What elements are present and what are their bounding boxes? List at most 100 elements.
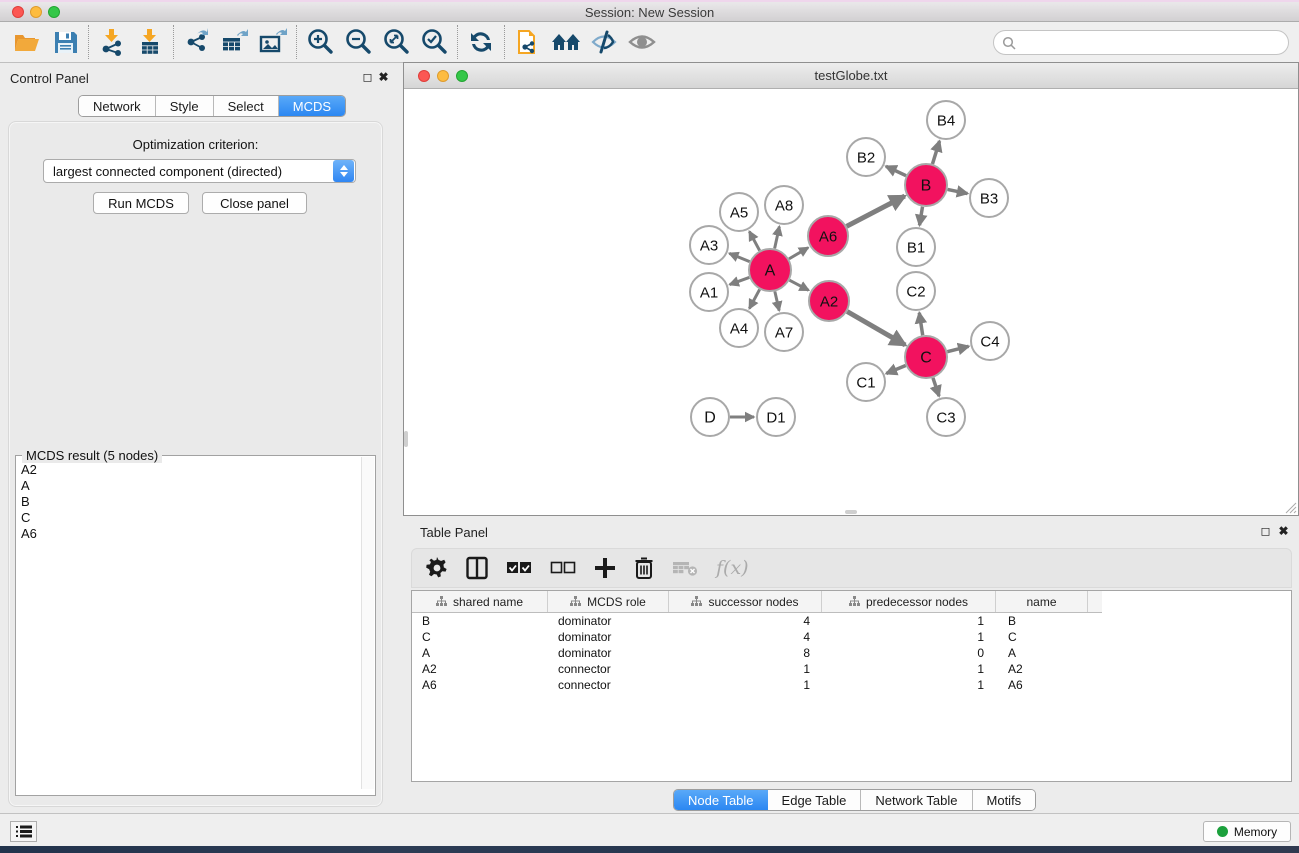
graph-edge-A2-C[interactable]	[847, 311, 905, 345]
result-list-item[interactable]: A2	[17, 462, 362, 478]
graph-edge-C-C3[interactable]	[933, 378, 939, 396]
graph-edge-B-B1[interactable]	[920, 207, 923, 226]
result-list-item[interactable]: A	[17, 478, 362, 494]
node-table[interactable]: shared name MCDS role successor nodes pr…	[411, 590, 1292, 782]
table-cell[interactable]: dominator	[548, 646, 669, 660]
network-from-file-button[interactable]	[509, 25, 547, 59]
table-cell[interactable]: 1	[822, 614, 996, 628]
table-row[interactable]: Bdominator41B	[412, 613, 1102, 629]
column-view-icon[interactable]	[466, 555, 488, 581]
refresh-button[interactable]	[462, 25, 500, 59]
zoom-out-button[interactable]	[339, 25, 377, 59]
checked-columns-icon[interactable]	[506, 555, 532, 581]
table-cell[interactable]: B	[412, 614, 548, 628]
float-panel-icon[interactable]: ◻	[361, 71, 374, 84]
network-horizontal-scrollbar[interactable]	[845, 510, 857, 514]
export-image-button[interactable]	[254, 25, 292, 59]
graph-edge-A-A8[interactable]	[775, 227, 780, 249]
graph-edge-A-A2[interactable]	[789, 280, 808, 290]
col-header-shared-name[interactable]: shared name	[412, 591, 548, 612]
delete-column-trash-icon[interactable]	[634, 555, 654, 581]
resize-grip-icon[interactable]	[1284, 501, 1297, 514]
graph-edge-A-A7[interactable]	[775, 291, 779, 310]
tab-style[interactable]: Style	[156, 96, 214, 116]
table-cell[interactable]: connector	[548, 678, 669, 692]
table-cell[interactable]: B	[996, 614, 1088, 628]
table-cell[interactable]: 8	[669, 646, 822, 660]
mcds-result-list[interactable]: A2ABCA6	[17, 462, 362, 542]
show-eye-button[interactable]	[623, 25, 661, 59]
zoom-fit-button[interactable]	[377, 25, 415, 59]
zoom-in-button[interactable]	[301, 25, 339, 59]
import-table-button[interactable]	[131, 25, 169, 59]
table-row[interactable]: Adominator80A	[412, 645, 1102, 661]
close-panel-button[interactable]: Close panel	[202, 192, 307, 214]
result-list-item[interactable]: A6	[17, 526, 362, 542]
tab-network-table[interactable]: Network Table	[861, 790, 972, 810]
save-session-button[interactable]	[46, 25, 84, 59]
table-row[interactable]: A2connector11A2	[412, 661, 1102, 677]
graph-edge-A6-B[interactable]	[847, 196, 905, 226]
network-window-titlebar[interactable]: testGlobe.txt	[404, 63, 1298, 89]
table-cell[interactable]: 1	[669, 678, 822, 692]
table-cell[interactable]: A6	[996, 678, 1088, 692]
table-cell[interactable]: 4	[669, 614, 822, 628]
table-cell[interactable]: dominator	[548, 630, 669, 644]
add-column-icon[interactable]	[594, 555, 616, 581]
graph-edge-B-B2[interactable]	[886, 166, 906, 175]
tab-network[interactable]: Network	[79, 96, 156, 116]
table-cell[interactable]: 4	[669, 630, 822, 644]
table-cell[interactable]: A2	[412, 662, 548, 676]
tab-motifs[interactable]: Motifs	[973, 790, 1036, 810]
table-cell[interactable]: 1	[822, 630, 996, 644]
graph-edge-A-A5[interactable]	[749, 231, 759, 250]
table-row[interactable]: A6connector11A6	[412, 677, 1102, 693]
task-history-button[interactable]	[10, 821, 37, 842]
memory-button[interactable]: Memory	[1203, 821, 1291, 842]
col-header-name[interactable]: name	[996, 591, 1088, 612]
graph-edge-A-A1[interactable]	[730, 277, 750, 284]
table-cell[interactable]: A	[996, 646, 1088, 660]
zoom-selected-button[interactable]	[415, 25, 453, 59]
network-canvas[interactable]: AA6A2BCA1A3A5A8A4A7B1B2B3B4C1C2C3C4DD1	[404, 89, 1298, 515]
col-header-predecessor-nodes[interactable]: predecessor nodes	[822, 591, 996, 612]
graph-edge-A-A4[interactable]	[749, 289, 759, 308]
tab-select[interactable]: Select	[214, 96, 279, 116]
tab-mcds[interactable]: MCDS	[279, 96, 345, 116]
export-table-button[interactable]	[216, 25, 254, 59]
search-input[interactable]	[1016, 33, 1288, 53]
graph-edge-A-A3[interactable]	[729, 253, 749, 261]
graph-edge-B-B3[interactable]	[948, 189, 968, 193]
table-cell[interactable]: 1	[822, 678, 996, 692]
double-house-button[interactable]	[547, 25, 585, 59]
col-header-successor-nodes[interactable]: successor nodes	[669, 591, 822, 612]
table-cell[interactable]: A2	[996, 662, 1088, 676]
close-table-panel-icon[interactable]: ✖	[1277, 525, 1290, 538]
run-mcds-button[interactable]: Run MCDS	[93, 192, 189, 214]
hide-eye-button[interactable]	[585, 25, 623, 59]
tab-edge-table[interactable]: Edge Table	[768, 790, 862, 810]
table-cell[interactable]: C	[996, 630, 1088, 644]
result-list-item[interactable]: B	[17, 494, 362, 510]
tab-node-table[interactable]: Node Table	[674, 790, 768, 810]
network-vertical-scrollbar[interactable]	[404, 431, 408, 447]
graph-edge-A-A6[interactable]	[789, 248, 808, 259]
graph-edge-C-C1[interactable]	[886, 365, 905, 373]
open-file-button[interactable]	[8, 25, 46, 59]
table-cell[interactable]: A	[412, 646, 548, 660]
gear-icon[interactable]	[426, 555, 448, 581]
delete-table-icon[interactable]	[672, 555, 698, 581]
col-header-mcds-role[interactable]: MCDS role	[548, 591, 669, 612]
result-list-item[interactable]: C	[17, 510, 362, 526]
table-row[interactable]: Cdominator41C	[412, 629, 1102, 645]
float-table-panel-icon[interactable]: ◻	[1259, 525, 1272, 538]
unchecked-columns-icon[interactable]	[550, 555, 576, 581]
criterion-dropdown[interactable]: largest connected component (directed)	[43, 159, 356, 183]
table-cell[interactable]: connector	[548, 662, 669, 676]
table-cell[interactable]: 1	[669, 662, 822, 676]
table-cell[interactable]: C	[412, 630, 548, 644]
search-box[interactable]	[993, 30, 1289, 55]
table-cell[interactable]: 1	[822, 662, 996, 676]
table-cell[interactable]: A6	[412, 678, 548, 692]
import-network-button[interactable]	[93, 25, 131, 59]
